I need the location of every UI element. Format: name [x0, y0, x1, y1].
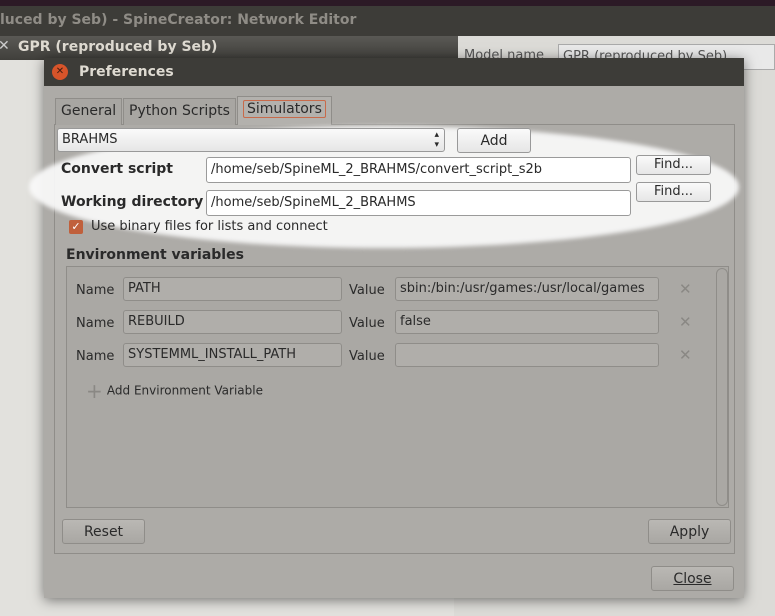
env-value-input[interactable]: [395, 343, 659, 367]
convert-script-input[interactable]: /home/seb/SpineML_2_BRAHMS/convert_scrip…: [206, 157, 631, 183]
name-label: Name: [76, 349, 115, 364]
value-label: Value: [349, 283, 385, 298]
apply-button[interactable]: Apply: [648, 519, 731, 544]
env-value-input[interactable]: false: [395, 310, 659, 334]
sub-window-titlebar: ✕ GPR (reproduced by Seb): [0, 36, 458, 60]
find-convert-script-button[interactable]: Find...: [636, 155, 711, 175]
sub-window-title: GPR (reproduced by Seb): [18, 39, 218, 55]
remove-icon[interactable]: ✕: [679, 346, 692, 364]
remove-icon[interactable]: ✕: [679, 280, 692, 298]
tab-simulators[interactable]: Simulators: [237, 96, 332, 125]
env-value-input[interactable]: sbin:/bin:/usr/games:/usr/local/games: [395, 277, 659, 301]
remove-icon[interactable]: ✕: [679, 313, 692, 331]
close-icon[interactable]: ✕: [52, 64, 68, 80]
plus-icon: +: [86, 379, 103, 403]
binary-files-checkbox[interactable]: ✓: [69, 220, 83, 234]
working-directory-label: Working directory: [61, 194, 204, 210]
value-label: Value: [349, 316, 385, 331]
find-working-directory-button[interactable]: Find...: [636, 182, 711, 202]
env-name-input[interactable]: SYSTEMML_INSTALL_PATH: [123, 343, 342, 367]
dialog-title: Preferences: [44, 58, 744, 86]
updown-icon: ▴ ▾: [434, 130, 439, 150]
name-label: Name: [76, 283, 115, 298]
add-env-var-button[interactable]: + Add Environment Variable: [86, 379, 263, 403]
env-name-input[interactable]: PATH: [123, 277, 342, 301]
reset-button[interactable]: Reset: [62, 519, 145, 544]
main-window-title: luced by Seb) - SpineCreator: Network Ed…: [0, 6, 775, 36]
close-button[interactable]: Close: [651, 566, 734, 591]
close-icon[interactable]: ✕: [0, 38, 10, 54]
add-env-var-label: Add Environment Variable: [106, 383, 263, 398]
simulator-select[interactable]: BRAHMS ▴ ▾: [57, 128, 445, 152]
add-simulator-button[interactable]: Add: [457, 128, 531, 153]
preferences-dialog: Preferences ✕ General Python Scripts Sim…: [29, 58, 744, 598]
tab-general[interactable]: General: [55, 98, 123, 125]
convert-script-label: Convert script: [61, 161, 173, 177]
tab-python-scripts[interactable]: Python Scripts: [123, 98, 236, 125]
name-label: Name: [76, 316, 115, 331]
env-name-input[interactable]: REBUILD: [123, 310, 342, 334]
value-label: Value: [349, 349, 385, 364]
binary-files-label: Use binary files for lists and connect: [91, 219, 328, 234]
scrollbar[interactable]: [716, 268, 728, 506]
env-vars-title: Environment variables: [66, 247, 244, 263]
working-directory-input[interactable]: /home/seb/SpineML_2_BRAHMS: [206, 190, 631, 216]
